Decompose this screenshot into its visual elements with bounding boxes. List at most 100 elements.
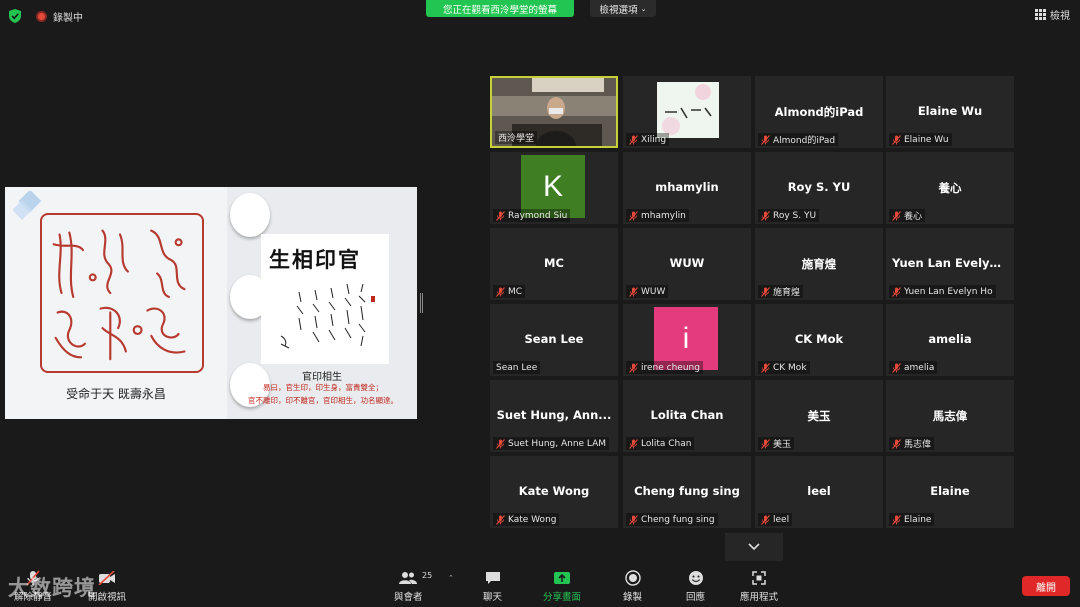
participant-tile[interactable]: Roy S. YU Roy S. YU xyxy=(755,152,883,224)
participant-name-text: Raymond Siu xyxy=(508,210,568,221)
participant-name-text: 西泠學堂 xyxy=(498,134,535,144)
mic-muted-icon xyxy=(892,210,901,221)
participant-tile[interactable]: i irene cheung xyxy=(623,304,751,376)
participant-tile[interactable]: 馬志偉 馬志偉 xyxy=(886,380,1014,452)
participant-tile[interactable]: Elaine Wu Elaine Wu xyxy=(886,76,1014,148)
meeting-toolbar: 解除靜音 開啟視訊 與會者 25 ⌃ 聊天 分享畫面 錄製 回應 應用程式 xyxy=(0,563,1080,607)
apps-button[interactable]: 應用程式 xyxy=(740,570,778,603)
participant-display-name: Lolita Chan xyxy=(650,408,724,422)
gallery-next-page-button[interactable] xyxy=(725,533,783,561)
participant-name-label: 施育煌 xyxy=(758,285,804,298)
participant-display-name: CK Mok xyxy=(794,332,844,346)
smiley-icon xyxy=(687,570,705,586)
mic-muted-icon xyxy=(629,286,638,297)
participant-name-label: mhamylin xyxy=(626,209,689,222)
participant-name-text: Sean Lee xyxy=(496,362,538,373)
slide-description: 易曰，官生印，印生身，富貴雙全； 官不離印，印不離官，官印相生，功名顯達。 xyxy=(231,381,415,407)
participant-tile[interactable]: Almond的iPad Almond的iPad xyxy=(755,76,883,148)
participant-tile[interactable]: 施育煌 施育煌 xyxy=(755,228,883,300)
participant-tile[interactable]: Suet Hung, Ann... Suet Hung, Anne LAM xyxy=(490,380,618,452)
participant-name-label: Suet Hung, Anne LAM xyxy=(493,437,610,450)
participant-display-name: Suet Hung, Ann... xyxy=(496,408,612,422)
participant-name-text: Cheng fung sing xyxy=(641,514,715,525)
participant-name-text: 美玉 xyxy=(773,440,792,450)
participant-name-text: MC xyxy=(508,286,523,297)
participant-name-text: 養心 xyxy=(904,212,923,222)
participant-tile[interactable]: MC MC xyxy=(490,228,618,300)
view-button-label: 檢視 xyxy=(1050,11,1070,22)
calligraphy-title: 生相印官 xyxy=(269,247,361,272)
participant-tile[interactable]: CK Mok CK Mok xyxy=(755,304,883,376)
mic-muted-icon xyxy=(892,362,901,373)
participant-display-name: Yuen Lan Evelyn... xyxy=(892,256,1011,270)
participant-tile[interactable]: Sean Lee Sean Lee xyxy=(490,304,618,376)
participant-name-label: Almond的iPad xyxy=(758,133,839,146)
participant-name-text: mhamylin xyxy=(641,210,686,221)
participant-name-text: Kate Wong xyxy=(508,514,557,525)
reactions-button[interactable]: 回應 xyxy=(686,570,705,603)
mic-muted-icon xyxy=(496,210,505,221)
participant-name-text: Elaine xyxy=(904,514,932,525)
participants-options-caret-icon[interactable]: ⌃ xyxy=(448,574,454,582)
participant-name-text: Almond的iPad xyxy=(773,136,836,146)
participant-tile[interactable]: amelia amelia xyxy=(886,304,1014,376)
participant-tile[interactable]: WUW WUW xyxy=(623,228,751,300)
participants-count: 25 xyxy=(422,571,433,580)
participant-name-label: 馬志偉 xyxy=(889,437,935,450)
decorative-circle xyxy=(230,193,270,237)
participant-tile[interactable]: Kate Wong Kate Wong xyxy=(490,456,618,528)
mic-muted-icon xyxy=(629,514,638,525)
participant-name-label: 美玉 xyxy=(758,437,795,450)
share-screen-icon xyxy=(553,570,571,586)
seal-panel: 受命于天 既壽永昌 xyxy=(5,187,227,419)
chat-button[interactable]: 聊天 xyxy=(483,570,502,603)
participant-display-name: Almond的iPad xyxy=(774,105,864,119)
mic-muted-icon xyxy=(629,210,638,221)
participant-name-text: Suet Hung, Anne LAM xyxy=(508,438,607,449)
participant-display-name: Cheng fung sing xyxy=(634,484,740,498)
participant-name-text: amelia xyxy=(904,362,935,373)
mic-muted-icon xyxy=(496,286,505,297)
participant-tile[interactable]: 美玉 美玉 xyxy=(755,380,883,452)
participant-tile[interactable]: K Raymond Siu xyxy=(490,152,618,224)
calligraphy-script-image xyxy=(280,283,375,349)
slide-description-line: 官不離印，印不離官，官印相生，功名顯達。 xyxy=(248,396,398,405)
share-screen-button[interactable]: 分享畫面 xyxy=(543,570,581,603)
participant-name-label: Elaine Wu xyxy=(889,133,952,146)
participant-display-name: Elaine Wu xyxy=(917,104,983,118)
mic-muted-icon xyxy=(761,210,770,221)
view-options-label: 檢視選項 xyxy=(599,4,638,16)
participant-display-name: 馬志偉 xyxy=(932,409,968,423)
panel-resize-handle[interactable] xyxy=(420,293,423,313)
participant-display-name: WUW xyxy=(669,256,705,270)
participant-tile[interactable]: 西泠學堂 xyxy=(490,76,618,148)
participant-display-name: leel xyxy=(807,484,831,498)
participants-button[interactable]: 與會者 xyxy=(394,570,423,603)
participant-display-name: 美玉 xyxy=(807,409,831,423)
record-button[interactable]: 錄製 xyxy=(623,570,642,603)
participant-name-text: 馬志偉 xyxy=(904,440,932,450)
participant-tile[interactable]: Cheng fung sing Cheng fung sing xyxy=(623,456,751,528)
view-options-button[interactable]: 檢視選項 ⌄ xyxy=(590,0,656,17)
participant-tile[interactable]: Xiling xyxy=(623,76,751,148)
participant-tile[interactable]: mhamylin mhamylin xyxy=(623,152,751,224)
participant-tile[interactable]: Elaine Elaine xyxy=(886,456,1014,528)
leave-meeting-button[interactable]: 離開 xyxy=(1022,576,1070,596)
participant-tile[interactable]: Yuen Lan Evelyn... Yuen Lan Evelyn Ho xyxy=(886,228,1014,300)
participant-display-name: 養心 xyxy=(938,181,962,195)
security-shield-icon[interactable] xyxy=(9,9,21,23)
mic-muted-icon xyxy=(629,134,638,145)
shared-screen-slide: 受命于天 既壽永昌 生相印官 官印相生 易曰，官生印，印生身，富貴雙全； 官不離… xyxy=(5,187,417,419)
share-screen-label: 分享畫面 xyxy=(543,592,582,603)
participant-tile[interactable]: Lolita Chan Lolita Chan xyxy=(623,380,751,452)
participant-name-text: WUW xyxy=(641,286,666,297)
participant-tile[interactable]: leel leel xyxy=(755,456,883,528)
recording-indicator[interactable]: 錄製中 xyxy=(36,9,83,24)
view-button[interactable]: 檢視 xyxy=(1035,7,1070,22)
chevron-down-icon xyxy=(748,543,760,551)
participant-name-label: Lolita Chan xyxy=(626,437,695,450)
participant-name-text: Yuen Lan Evelyn Ho xyxy=(904,286,993,297)
participants-icon xyxy=(399,570,418,586)
xiling-logo-image xyxy=(657,82,719,138)
participant-tile[interactable]: 養心 養心 xyxy=(886,152,1014,224)
